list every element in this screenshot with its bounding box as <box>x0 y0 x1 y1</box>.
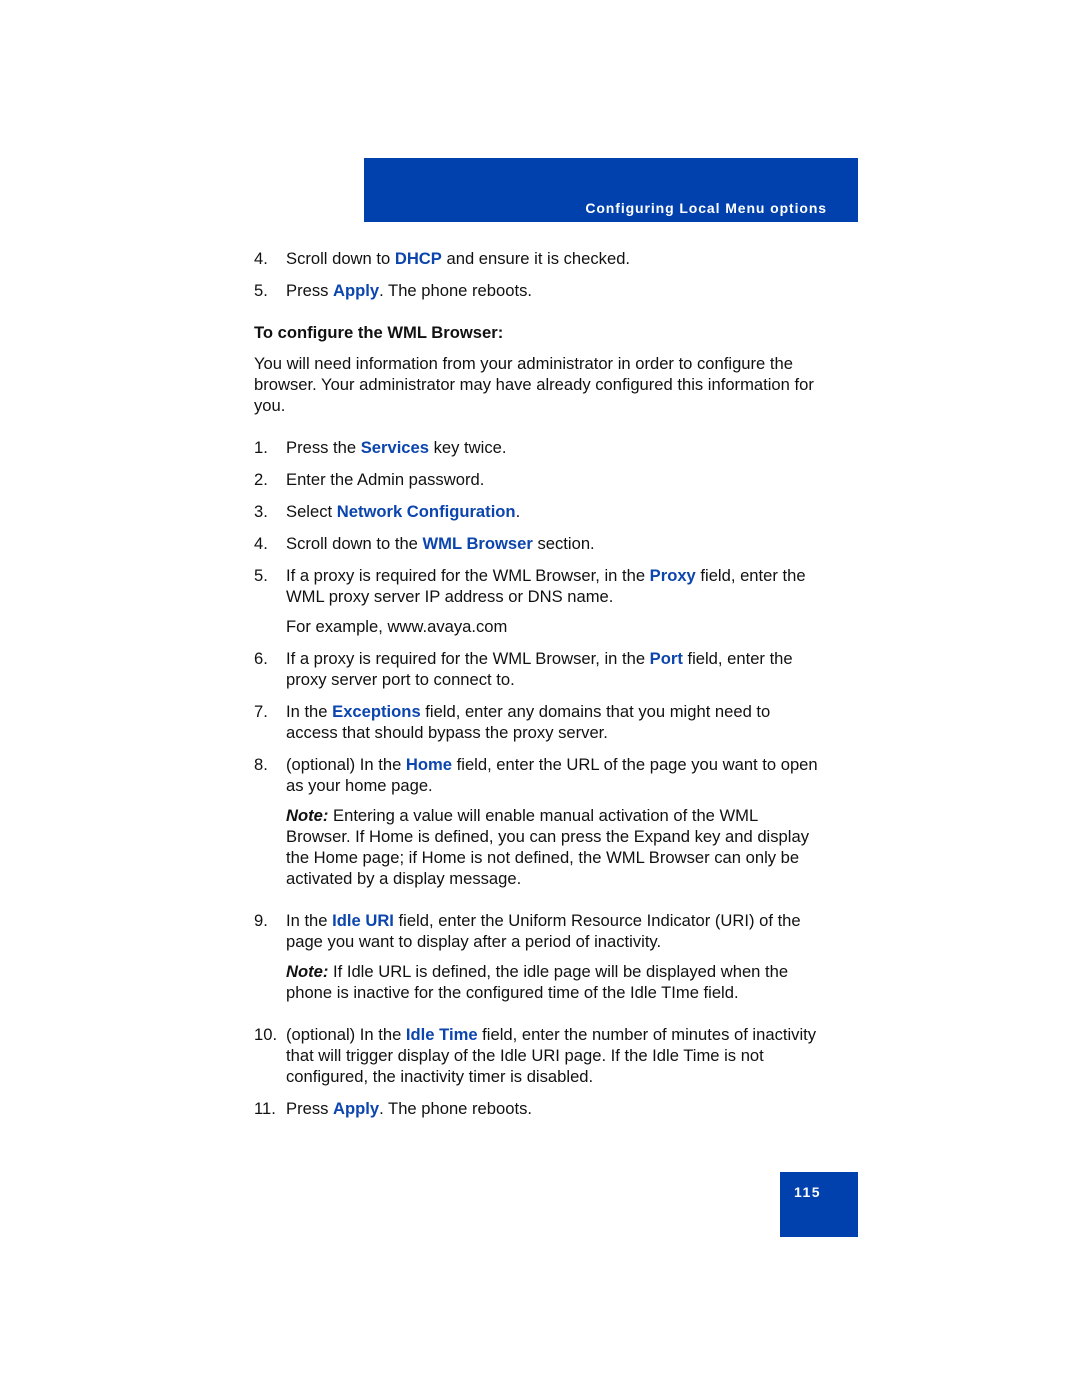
step-text: Press <box>286 281 334 300</box>
step-number: 2. <box>254 470 268 489</box>
step-number: 6. <box>254 649 268 668</box>
keyword-wml-browser: WML Browser <box>422 534 533 553</box>
step-item: 8. (optional) In the Home field, enter t… <box>254 754 826 796</box>
page-number: 115 <box>794 1184 822 1200</box>
step-number: 9. <box>254 911 268 930</box>
keyword-port: Port <box>649 649 683 668</box>
intro-step: 5. Press Apply. The phone reboots. <box>254 280 826 301</box>
step-number: 4. <box>254 249 268 268</box>
keyword-proxy: Proxy <box>649 566 696 585</box>
step-item: 6. If a proxy is required for the WML Br… <box>254 648 826 690</box>
chapter-header-title: Configuring Local Menu options <box>585 200 827 216</box>
keyword-network-configuration: Network Configuration <box>336 502 516 521</box>
keyword-idle-uri: Idle URI <box>332 911 394 930</box>
step-text: . <box>515 502 521 521</box>
step-text: (optional) In the <box>286 1025 406 1044</box>
step-number: 5. <box>254 281 268 300</box>
step-item: 2. Enter the Admin password. <box>254 469 826 490</box>
step-text: Select <box>286 502 337 521</box>
note-label: Note: <box>286 962 329 981</box>
step-item: 11. Press Apply. The phone reboots. <box>254 1098 826 1119</box>
step-text: In the <box>286 911 333 930</box>
step-text: In the <box>286 702 333 721</box>
step-number: 8. <box>254 755 268 774</box>
step-example: For example, www.avaya.com <box>286 617 508 636</box>
step-number: 3. <box>254 502 268 521</box>
keyword-apply: Apply <box>333 281 380 300</box>
step-number: 5. <box>254 566 268 585</box>
step-text: and ensure it is checked. <box>441 249 631 268</box>
step-text: section. <box>532 534 595 553</box>
keyword-dhcp: DHCP <box>394 249 442 268</box>
step-text: key twice. <box>429 438 507 457</box>
step-item: 7. In the Exceptions field, enter any do… <box>254 701 826 743</box>
keyword-apply: Apply <box>333 1099 380 1118</box>
step-item: 10. (optional) In the Idle Time field, e… <box>254 1024 826 1087</box>
section-intro: You will need information from your admi… <box>254 354 814 415</box>
step-item: 5. If a proxy is required for the WML Br… <box>254 565 826 607</box>
step-text: Scroll down to <box>286 249 395 268</box>
step-text: Enter the Admin password. <box>286 470 485 489</box>
note-label: Note: <box>286 806 329 825</box>
step-text: Press <box>286 1099 334 1118</box>
step-text: . The phone reboots. <box>379 1099 532 1118</box>
keyword-exceptions: Exceptions <box>332 702 421 721</box>
intro-step: 4. Scroll down to DHCP and ensure it is … <box>254 248 826 269</box>
keyword-services: Services <box>360 438 429 457</box>
step-text: Press the <box>286 438 361 457</box>
step-item: 4. Scroll down to the WML Browser sectio… <box>254 533 826 554</box>
step-text: . The phone reboots. <box>379 281 532 300</box>
step-text: If a proxy is required for the WML Brows… <box>286 649 650 668</box>
page-content: 4. Scroll down to DHCP and ensure it is … <box>254 248 826 1130</box>
step-text: (optional) In the <box>286 755 406 774</box>
chapter-header-banner: Configuring Local Menu options <box>364 158 858 222</box>
keyword-home: Home <box>405 755 453 774</box>
keyword-idle-time: Idle Time <box>405 1025 478 1044</box>
step-text: Scroll down to the <box>286 534 423 553</box>
step-note: Note: If Idle URL is defined, the idle p… <box>254 961 826 1003</box>
step-note: Note: Entering a value will enable manua… <box>254 805 826 889</box>
step-number: 4. <box>254 534 268 553</box>
note-text: Entering a value will enable manual acti… <box>286 806 809 888</box>
step-number: 11. <box>254 1099 276 1118</box>
step-number: 7. <box>254 702 268 721</box>
step-text: If a proxy is required for the WML Brows… <box>286 566 650 585</box>
section-heading: To configure the WML Browser: <box>254 323 504 342</box>
page-number-box: 115 <box>780 1172 858 1237</box>
note-text: If Idle URL is defined, the idle page wi… <box>286 962 789 1002</box>
step-item: 1. Press the Services key twice. <box>254 437 826 458</box>
step-item: 3. Select Network Configuration. <box>254 501 826 522</box>
step-number: 10. <box>254 1025 278 1044</box>
step-number: 1. <box>254 438 268 457</box>
step-item: 9. In the Idle URI field, enter the Unif… <box>254 910 826 952</box>
